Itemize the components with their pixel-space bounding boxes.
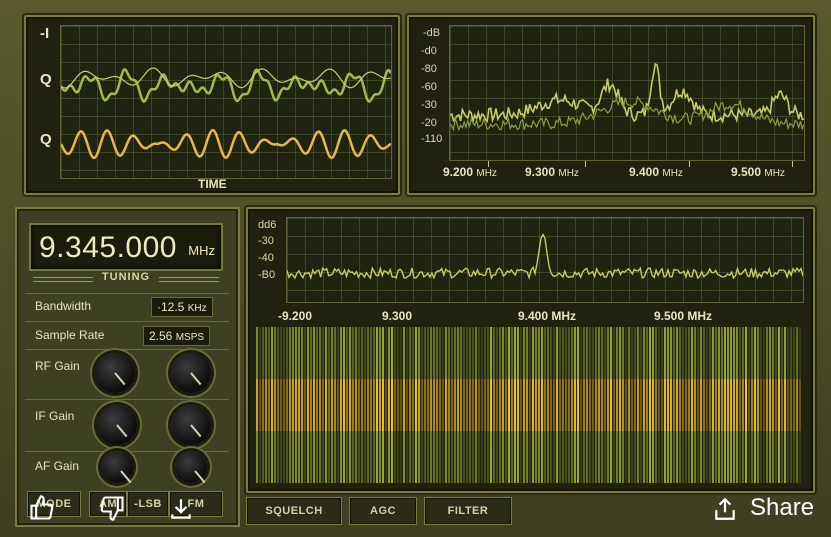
iq-scope-screen (60, 25, 392, 179)
freq-tick-top: 9.500 MHz (731, 165, 785, 179)
share-label[interactable]: Share (750, 494, 814, 522)
freq-tick-bottom: 9.300 (382, 309, 413, 323)
db-tick: -30 (258, 235, 274, 247)
spectrum-screen-bottom (286, 217, 804, 303)
spectrum-trace-bottom (287, 232, 803, 281)
freq-tick-top: 9.300 MHz (525, 165, 579, 179)
if-gain-knob-2[interactable] (171, 405, 211, 445)
lsb-button[interactable]: -LSB (127, 491, 169, 517)
if-gain-knob-1[interactable] (97, 405, 137, 445)
q-axis-label-1: Q (40, 71, 52, 88)
freq-tick-bottom: 9.500 MHz (654, 309, 713, 323)
q-trace (61, 128, 391, 160)
thumbs-down-icon[interactable] (98, 494, 126, 522)
af-gain-label: AF Gain (35, 459, 80, 473)
if-gain-label: IF Gain (35, 409, 75, 423)
i-axis-label: -I (40, 25, 50, 42)
rf-gain-knob-1[interactable] (95, 353, 135, 393)
spectrum-screen-top (449, 25, 805, 161)
time-axis-label: TIME (198, 177, 227, 191)
frequency-value: 9.345.000 (39, 231, 177, 264)
share-icon[interactable] (712, 496, 738, 522)
frequency-display[interactable]: 9.345.000 MHz (29, 223, 223, 271)
db-label-bottom: dd6 (258, 219, 277, 231)
db-tick: -d0 (421, 45, 437, 57)
db-tick: -B0 (258, 269, 276, 281)
db-tick: -80 (421, 63, 437, 75)
iq-scope-panel: -I Q Q TIME (24, 15, 400, 195)
db-tick: -20 (421, 117, 437, 129)
squelch-button[interactable]: SQUELCH (246, 497, 342, 525)
sample-rate-field[interactable]: 2.56 MSPS (143, 326, 211, 346)
db-tick: -30 (421, 99, 437, 111)
q-axis-label-2: Q (40, 131, 52, 148)
download-icon[interactable] (168, 496, 194, 522)
receiver-control-panel: 9.345.000 MHz TUNING Bandwidth ·12.5 KHz… (15, 207, 240, 527)
bandwidth-field[interactable]: ·12.5 KHz (151, 297, 213, 317)
freq-tick-bottom: 9.400 MHz (518, 309, 577, 323)
waterfall-panel: dd6 -30 -40 -B0 -9.200 9.300 9.400 MHz 9… (246, 207, 815, 493)
waterfall-display (256, 327, 802, 483)
db-tick: -60 (421, 81, 437, 93)
db-tick: -40 (258, 252, 274, 264)
filter-button[interactable]: FILTER (424, 497, 512, 525)
thumbs-up-icon[interactable] (28, 494, 56, 522)
freq-tick-top: 9.400 MHz (629, 165, 683, 179)
db-tick: -110 (421, 133, 443, 145)
frequency-unit: MHz (188, 243, 215, 258)
iq-waveforms (61, 67, 391, 160)
rf-gain-knob-2[interactable] (171, 353, 211, 393)
rf-gain-label: RF Gain (35, 359, 80, 373)
sample-rate-label: Sample Rate (35, 328, 105, 342)
spectrum-panel-top: -dB -d0 -80 -60 -30 -20 -110 9.200 MHz 9… (407, 15, 815, 195)
af-gain-knob-1[interactable] (101, 451, 133, 483)
freq-tick-bottom: -9.200 (278, 309, 313, 323)
af-gain-knob-2[interactable] (175, 451, 207, 483)
spectrum-trace-top (450, 62, 804, 132)
db-label-top: -dB (423, 27, 441, 39)
bandwidth-label: Bandwidth (35, 299, 92, 313)
freq-tick-top: 9.200 MHz (443, 165, 497, 179)
tuning-label: TUNING (29, 271, 223, 285)
agc-button[interactable]: AGC (349, 497, 417, 525)
